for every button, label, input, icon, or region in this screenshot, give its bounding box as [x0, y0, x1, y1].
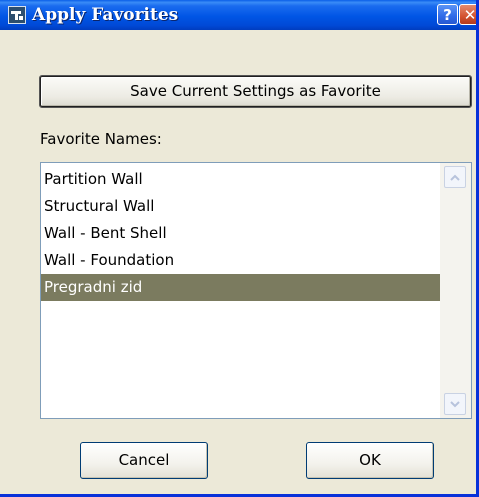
close-icon: ✕	[463, 5, 477, 24]
list-item[interactable]: Wall - Bent Shell	[41, 220, 440, 247]
scroll-down-button[interactable]	[444, 393, 466, 415]
title-bar[interactable]: Apply Favorites ? ✕	[0, 0, 476, 30]
favorite-names-label: Favorite Names:	[40, 130, 162, 148]
help-button[interactable]: ?	[437, 4, 458, 25]
favorites-app-icon	[8, 6, 26, 24]
window-title: Apply Favorites	[32, 5, 179, 25]
list-item-selected[interactable]: Pregradni zid	[41, 274, 440, 301]
favorites-list: Partition Wall Structural Wall Wall - Be…	[41, 166, 440, 301]
list-item[interactable]: Wall - Foundation	[41, 247, 440, 274]
ok-button[interactable]: OK	[306, 442, 434, 479]
close-button[interactable]: ✕	[459, 4, 477, 25]
vertical-scrollbar[interactable]	[440, 163, 471, 418]
cancel-button[interactable]: Cancel	[80, 442, 208, 479]
scroll-up-button[interactable]	[444, 166, 466, 188]
list-item[interactable]: Structural Wall	[41, 193, 440, 220]
chevron-down-icon	[450, 400, 460, 407]
apply-favorites-dialog: Apply Favorites ? ✕ Save Current Setting…	[0, 0, 479, 497]
list-item[interactable]: Partition Wall	[41, 166, 440, 193]
favorites-listbox[interactable]: Partition Wall Structural Wall Wall - Be…	[40, 162, 472, 419]
save-favorite-button[interactable]: Save Current Settings as Favorite	[39, 75, 472, 108]
chevron-up-icon	[450, 174, 460, 181]
